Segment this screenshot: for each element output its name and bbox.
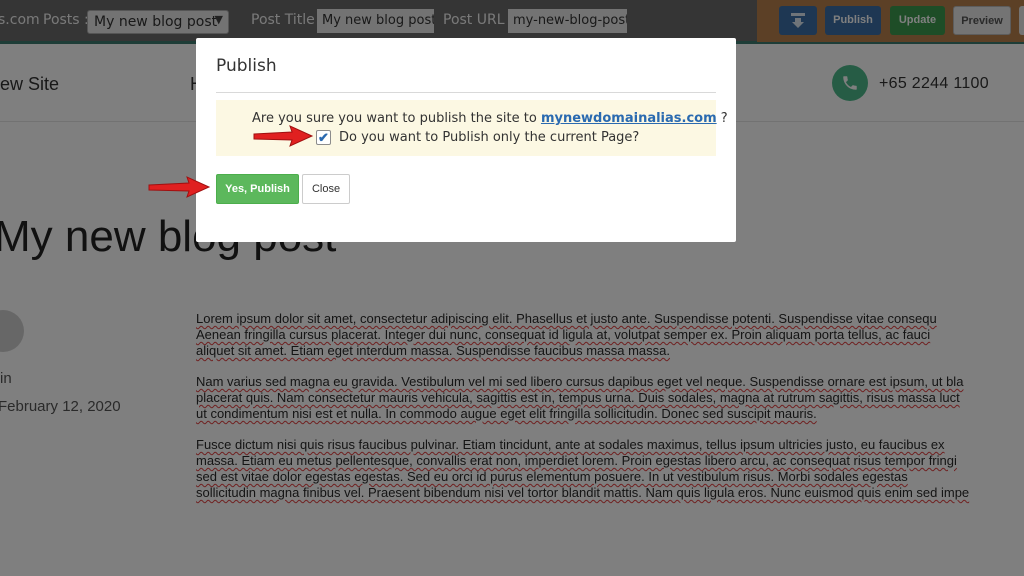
question-prefix: Are you sure you want to publish the sit… bbox=[252, 111, 541, 126]
current-page-checkbox[interactable]: ✔ bbox=[316, 130, 331, 145]
publish-question: Are you sure you want to publish the sit… bbox=[252, 111, 728, 126]
yes-publish-button[interactable]: Yes, Publish bbox=[216, 174, 299, 204]
question-suffix: ? bbox=[716, 111, 728, 126]
domain-link[interactable]: mynewdomainalias.com bbox=[541, 111, 717, 126]
modal-title: Publish bbox=[216, 56, 277, 76]
red-arrow-icon bbox=[148, 176, 211, 198]
close-button[interactable]: Close bbox=[302, 174, 350, 204]
modal-divider bbox=[216, 92, 716, 93]
checkmark-icon: ✔ bbox=[318, 130, 329, 145]
red-arrow-icon bbox=[253, 125, 314, 147]
current-page-checkbox-label[interactable]: Do you want to Publish only the current … bbox=[339, 130, 639, 145]
